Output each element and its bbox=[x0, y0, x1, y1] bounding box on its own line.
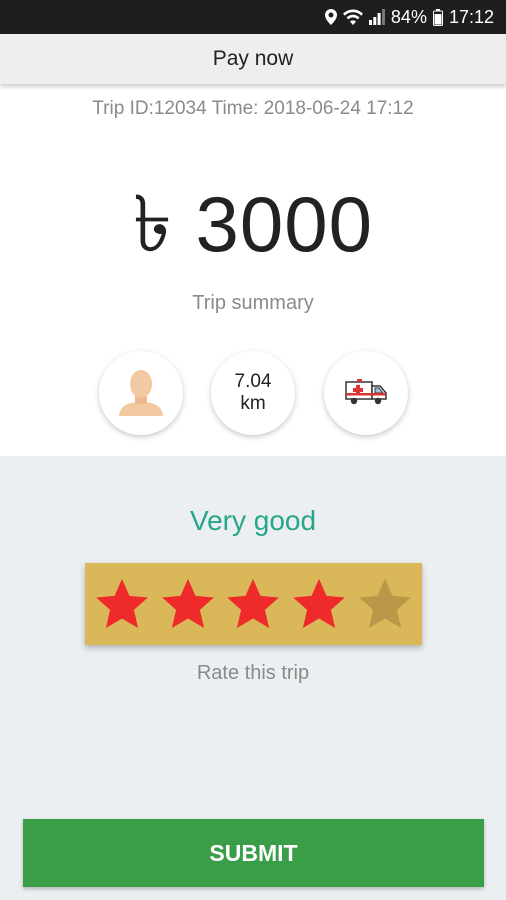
signal-icon bbox=[368, 9, 385, 25]
wifi-icon bbox=[342, 9, 363, 25]
submit-button[interactable]: SUBMIT bbox=[23, 819, 484, 887]
driver-avatar-icon bbox=[116, 366, 166, 421]
star-icon[interactable] bbox=[225, 576, 281, 632]
distance-unit: km bbox=[240, 393, 266, 414]
status-time: 17:12 bbox=[448, 6, 494, 27]
page-header: Pay now bbox=[0, 34, 506, 84]
trip-panel: Trip ID:12034 Time: 2018-06-24 17:12 ৳ 3… bbox=[0, 84, 506, 456]
star-rating[interactable] bbox=[85, 563, 422, 645]
trip-meta: Trip ID:12034 Time: 2018-06-24 17:12 bbox=[92, 98, 414, 119]
page-title: Pay now bbox=[212, 47, 294, 70]
fare-amount: ৳ 3000 bbox=[132, 180, 374, 268]
battery-icon bbox=[432, 8, 443, 26]
rating-text: Very good bbox=[189, 505, 317, 536]
vehicle-type[interactable] bbox=[324, 351, 408, 435]
star-icon[interactable] bbox=[357, 576, 413, 632]
location-icon bbox=[324, 9, 337, 25]
star-icon[interactable] bbox=[94, 576, 150, 632]
distance-badge: 7.04 km bbox=[211, 351, 295, 435]
star-icon[interactable] bbox=[160, 576, 216, 632]
trip-summary-label: Trip summary bbox=[192, 292, 314, 314]
battery-percent: 84% bbox=[390, 6, 427, 27]
status-bar: 84% 17:12 bbox=[0, 0, 506, 34]
distance-value: 7.04 bbox=[234, 371, 272, 392]
rate-trip-label: Rate this trip bbox=[196, 662, 310, 684]
ambulance-icon bbox=[344, 376, 388, 411]
star-icon[interactable] bbox=[291, 576, 347, 632]
driver-avatar[interactable] bbox=[99, 351, 183, 435]
